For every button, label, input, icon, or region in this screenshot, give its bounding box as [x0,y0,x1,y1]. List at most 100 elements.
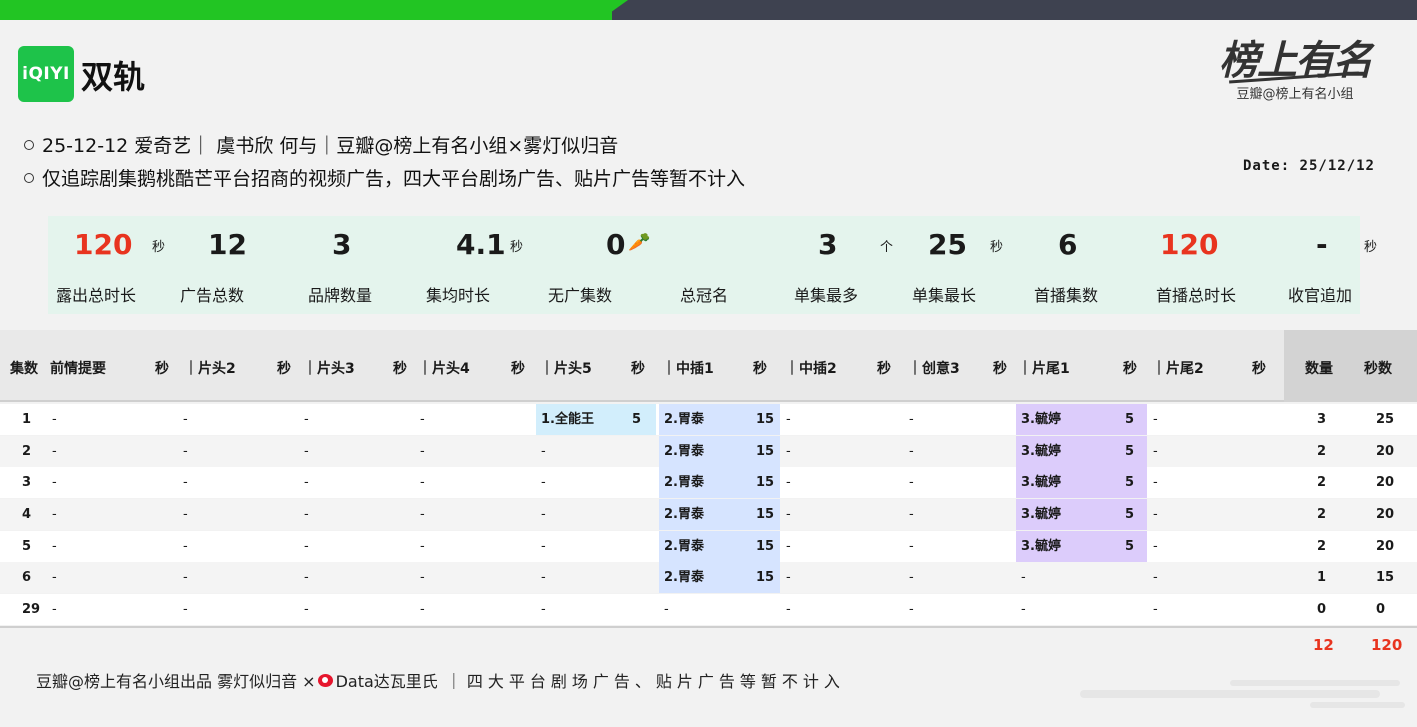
ad-slot-cell: - [304,539,309,554]
stat-avg-duration: 4.1 秒 集均时长 [420,216,544,314]
row-seconds: 20 [1376,475,1395,490]
ad-slot-cell: - [183,570,188,585]
ad-slot-cell: - [909,475,914,490]
ad-slot-cell: - [909,570,914,585]
row-seconds: 25 [1376,412,1395,427]
ad-slot-cell: 3.毓婷 [1021,539,1061,554]
ad-seconds-cell: 5 [1125,475,1135,490]
header-seconds: 秒 [1252,361,1266,377]
footer-credit: 豆瓣@榜上有名小组出品 雾灯似归音 × [36,672,316,691]
row-count: 3 [1317,412,1327,427]
ad-slot-cell: 3.毓婷 [1021,444,1061,459]
ad-slot-cell: - [1021,570,1026,585]
iqiyi-logo: iQIYI [18,46,74,102]
ad-slot-cell: - [304,602,309,617]
footer-note: ｜四大平台剧场广告、贴片广告等暂不计入 [445,672,845,691]
stat-value: 3 [332,228,352,261]
ad-slot-cell: - [786,602,791,617]
ad-slot-cell: - [786,444,791,459]
stat-label: 集均时长 [426,286,491,305]
stat-unit: 个 [880,240,894,255]
stat-longest-episode: 25 秒 单集最长 [912,216,1036,314]
ad-slot-cell: - [52,602,57,617]
ad-slot-cell: 3.毓婷 [1021,475,1061,490]
ad-slot-cell: - [786,539,791,554]
ad-slot-cell: 2.胃泰 [664,570,704,585]
header-seconds: 秒 [155,361,169,377]
header-count: 数量 [1305,361,1333,377]
ad-slot-cell: - [304,507,309,522]
ad-slot-cell: 2.胃泰 [664,507,704,522]
row-count: 2 [1317,444,1327,459]
ad-seconds-cell: 15 [756,444,775,459]
row-seconds: 20 [1376,444,1395,459]
stat-label: 首播总时长 [1156,286,1237,305]
row-count: 2 [1317,539,1327,554]
header-opening-2: ｜片头2 [184,361,236,377]
ad-slot-cell: - [541,602,546,617]
stat-total-exposure: 120 秒 露出总时长 [48,216,172,314]
watermark-stroke [1080,690,1380,698]
ad-slot-cell: - [909,602,914,617]
stat-value: 120 [1160,228,1219,261]
ad-slot-cell: - [52,475,57,490]
stat-value: 120 [74,228,133,261]
info-line-2: 仅追踪剧集鹅桃酷芒平台招商的视频广告，四大平台剧场广告、贴片广告等暂不计入 [24,164,745,191]
stat-unit: 秒 [1364,240,1378,255]
table-row: 5- - - - -2.胃泰 15- -3.毓婷 5-2 20 [0,531,1417,562]
bullet-icon [24,139,34,150]
table-row: 4- - - - -2.胃泰 15- -3.毓婷 5-2 20 [0,499,1417,530]
ad-slot-cell: 3.毓婷 [1021,412,1061,427]
ad-slot-cell: - [52,412,57,427]
ad-slot-cell: - [909,412,914,427]
ad-slot-cell: 2.胃泰 [664,475,704,490]
header-ending-1: ｜片尾1 [1018,361,1070,377]
ad-slot-cell: - [909,539,914,554]
ad-seconds-cell: 15 [756,412,775,427]
ad-seconds-cell: 5 [632,412,642,427]
date-label: Date: 25/12/12 [1242,158,1375,174]
table-row: 6- - - - -2.胃泰 15- - - -1 15 [0,562,1417,593]
header-opening-4: ｜片头4 [418,361,470,377]
ad-slot-cell: - [909,507,914,522]
table-row: 1- - - -1.全能王 5 2.胃泰 15- -3.毓婷 5-3 25 [0,404,1417,435]
info-text-2: 仅追踪剧集鹅桃酷芒平台招商的视频广告，四大平台剧场广告、贴片广告等暂不计入 [42,168,746,190]
ad-slot-cell: - [541,475,546,490]
footer: 豆瓣@榜上有名小组出品 雾灯似归音 × Data达瓦里氏 ｜四大平台剧场广告、贴… [36,668,845,692]
stat-value: 6 [1058,228,1078,261]
row-count: 2 [1317,475,1327,490]
stat-value: 3 [818,228,838,261]
header-opening-5: ｜片头5 [540,361,592,377]
ad-seconds-cell: 5 [1125,412,1135,427]
table-row: 3- - - - -2.胃泰 15- -3.毓婷 5-2 20 [0,467,1417,498]
ad-seconds-cell: 5 [1125,539,1135,554]
header-recap: 前情提要 [50,361,106,377]
ad-slot-cell: - [183,539,188,554]
ad-slot-cell: - [420,507,425,522]
stat-ad-count: 12 广告总数 [172,216,296,314]
table-bottom-rule [0,626,1417,628]
ad-slot-cell: - [304,475,309,490]
ad-slot-cell: - [1153,507,1158,522]
row-seconds: 0 [1376,602,1386,617]
stat-value: 4.1 [456,228,506,261]
header-seconds: 秒 [877,361,891,377]
bullet-icon [24,172,34,183]
stat-label: 品牌数量 [308,286,373,305]
header-seconds: 秒 [393,361,407,377]
ad-slot-cell: - [541,570,546,585]
header-seconds: 秒 [753,361,767,377]
header-opening-3: ｜片头3 [303,361,355,377]
weibo-icon [317,673,333,687]
stat-premiere-episodes: 6 首播集数 [1034,216,1160,314]
summary-header-bg [1284,330,1417,402]
header-midroll-1: ｜中插1 [662,361,714,377]
ad-seconds-cell: 15 [756,475,775,490]
episode-number: 2 [22,444,32,459]
table-row: 29- - - - - - - - - -0 0 [0,594,1417,625]
row-count: 1 [1317,570,1327,585]
top-bar-green [0,0,612,20]
header-midroll-2: ｜中插2 [785,361,837,377]
info-text-1: 25-12-12 爱奇艺｜ 虞书欣 何与｜豆瓣@榜上有名小组×雾灯似归音 [42,135,619,157]
watermark-stroke [1310,702,1405,708]
